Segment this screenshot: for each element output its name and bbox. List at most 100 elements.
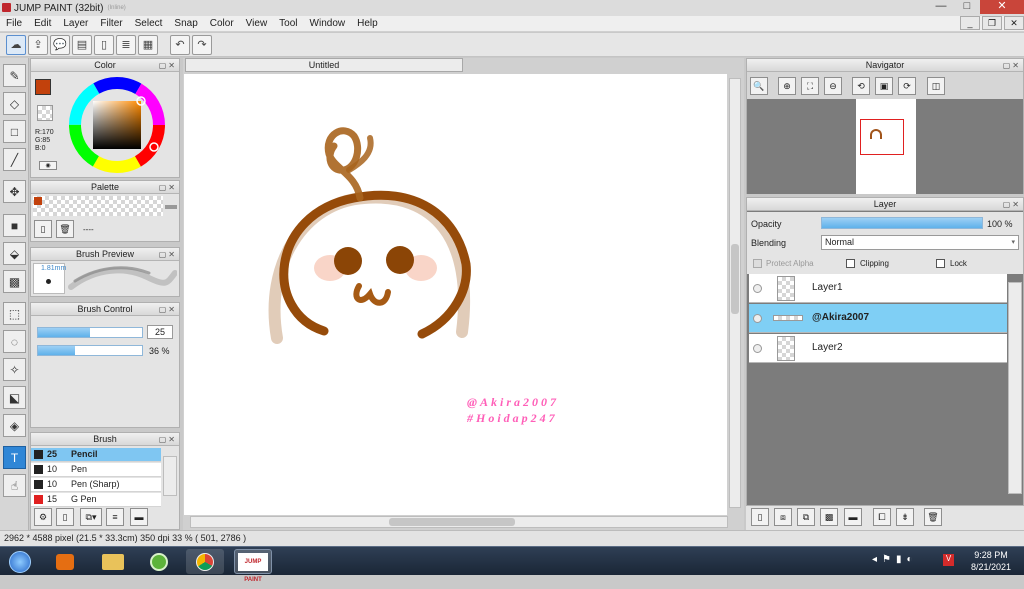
protect-alpha-checkbox[interactable] xyxy=(753,259,762,268)
new-layer-icon[interactable]: ▯ xyxy=(751,508,769,526)
chat-icon[interactable]: 💬 xyxy=(50,34,70,55)
visibility-icon[interactable] xyxy=(753,314,762,323)
comment-icon[interactable]: ▤ xyxy=(72,34,92,55)
navigator-thumbnail[interactable] xyxy=(856,99,916,194)
new-brush-icon[interactable]: ▯ xyxy=(56,508,74,526)
delete-layer-icon[interactable]: 🗑 xyxy=(924,508,942,526)
panel-controls-icon[interactable]: ▢✕ xyxy=(159,182,177,194)
export-icon[interactable]: ⇪ xyxy=(28,34,48,55)
menu-color[interactable]: Color xyxy=(204,18,240,29)
reset-rotation-icon[interactable]: ▣ xyxy=(875,77,893,95)
clock-time[interactable]: 9:28 PM xyxy=(966,549,1016,561)
panel-controls-icon[interactable]: ▢✕ xyxy=(159,434,177,446)
zoom-icon[interactable]: 🔍 xyxy=(750,77,768,95)
flip-icon[interactable]: ◫ xyxy=(927,77,945,95)
document-icon[interactable]: ≣ xyxy=(116,34,136,55)
antivirus-icon[interactable]: V xyxy=(943,554,954,566)
rotate-right-icon[interactable]: ⟳ xyxy=(898,77,916,95)
lock-checkbox[interactable] xyxy=(936,259,945,268)
minimize-button[interactable]: — xyxy=(928,0,954,14)
canvas-vertical-scrollbar[interactable] xyxy=(729,78,741,508)
media-player-icon[interactable] xyxy=(46,549,84,574)
duplicate-layer-icon[interactable]: ⧠ xyxy=(873,508,891,526)
doc-restore-button[interactable]: ❐ xyxy=(982,16,1002,30)
line-tool-icon[interactable]: ╱ xyxy=(3,148,26,171)
undo-icon[interactable]: ↶ xyxy=(170,34,190,55)
close-button[interactable]: ✕ xyxy=(980,0,1024,14)
zoom-in-icon[interactable]: ⊕ xyxy=(778,77,796,95)
brush-opacity-slider[interactable] xyxy=(37,345,143,356)
brush-copy-dropdown-icon[interactable]: ⧉▾ xyxy=(80,508,102,526)
panel-controls-icon[interactable]: ▢✕ xyxy=(1003,199,1021,211)
rotate-left-icon[interactable]: ⟲ xyxy=(852,77,870,95)
layer-list-scrollbar[interactable] xyxy=(1008,282,1022,494)
layer-row-layer2[interactable]: Layer2 xyxy=(749,334,1007,363)
delete-color-icon[interactable]: 🗑 xyxy=(56,220,74,238)
menu-edit[interactable]: Edit xyxy=(28,18,57,29)
new-layer-1bit-icon[interactable]: ⧉ xyxy=(797,508,815,526)
halftone-layer-icon[interactable]: ▩ xyxy=(820,508,838,526)
menu-tool[interactable]: Tool xyxy=(273,18,303,29)
color-wheel[interactable] xyxy=(67,75,167,175)
menu-view[interactable]: View xyxy=(240,18,274,29)
brush-tool-icon[interactable]: ✎ xyxy=(3,64,26,87)
doc-close-button[interactable]: ✕ xyxy=(1004,16,1024,30)
clipping-checkbox[interactable] xyxy=(846,259,855,268)
new-layer-8bit-icon[interactable]: ⧈ xyxy=(774,508,792,526)
brush-list-scrollbar[interactable] xyxy=(163,456,177,496)
palette-scroll-handle[interactable] xyxy=(165,205,177,209)
canvas-horizontal-scrollbar[interactable] xyxy=(190,516,728,528)
panel-controls-icon[interactable]: ▢✕ xyxy=(159,304,177,316)
brush-item-pen-sharp[interactable]: 10 Pen (Sharp) xyxy=(31,478,161,492)
menu-layer[interactable]: Layer xyxy=(57,18,94,29)
layer-row-layer1[interactable]: Layer1 xyxy=(749,274,1007,303)
browser-icon[interactable] xyxy=(140,549,178,574)
brush-item-g-pen[interactable]: 15 G Pen xyxy=(31,493,161,507)
system-tray-icons[interactable]: ◂⚑▮◐ xyxy=(872,554,918,565)
panel-controls-icon[interactable]: ▢✕ xyxy=(159,249,177,261)
start-button[interactable] xyxy=(2,549,38,574)
bucket-tool-icon[interactable]: ⬙ xyxy=(3,242,26,265)
doc-minimize-button[interactable]: _ xyxy=(960,16,980,30)
menu-help[interactable]: Help xyxy=(351,18,384,29)
maximize-button[interactable]: □ xyxy=(954,0,980,14)
redo-icon[interactable]: ↷ xyxy=(192,34,212,55)
gradient-tool-icon[interactable]: ▩ xyxy=(3,270,26,293)
page-icon[interactable]: ▯ xyxy=(94,34,114,55)
lasso-tool-icon[interactable]: ◌ xyxy=(3,330,26,353)
chrome-icon[interactable] xyxy=(186,549,224,574)
blending-select[interactable]: Normal ▾ xyxy=(821,235,1019,250)
panel-controls-icon[interactable]: ▢✕ xyxy=(1003,60,1021,72)
brush-item-pencil[interactable]: 25 Pencil xyxy=(31,448,161,462)
fill-shape-tool-icon[interactable]: ■ xyxy=(3,214,26,237)
menu-filter[interactable]: Filter xyxy=(94,18,128,29)
visibility-icon[interactable] xyxy=(753,284,762,293)
vertical-scroll-thumb[interactable] xyxy=(731,244,739,314)
select-rect-tool-icon[interactable]: ⬚ xyxy=(3,302,26,325)
menu-select[interactable]: Select xyxy=(129,18,169,29)
menu-file[interactable]: File xyxy=(0,18,28,29)
brush-folder-icon[interactable]: ▬ xyxy=(130,508,148,526)
clock-date[interactable]: 8/21/2021 xyxy=(966,561,1016,573)
merge-layer-icon[interactable]: ⇟ xyxy=(896,508,914,526)
add-color-icon[interactable]: ▯ xyxy=(34,220,52,238)
grid-icon[interactable]: ▦ xyxy=(138,34,158,55)
panel-controls-icon[interactable]: ▢✕ xyxy=(159,60,177,72)
file-explorer-icon[interactable] xyxy=(94,549,132,574)
visibility-icon[interactable] xyxy=(753,344,762,353)
brush-size-slider[interactable] xyxy=(37,327,143,338)
move-tool-icon[interactable]: ✥ xyxy=(3,180,26,203)
text-tool-icon[interactable]: T xyxy=(3,446,26,469)
eraser-tool-icon[interactable]: ◇ xyxy=(3,92,26,115)
drawing-canvas[interactable]: @Akira2007 #Hoidap247 xyxy=(184,74,727,515)
navigator-view-rect[interactable] xyxy=(860,119,904,155)
brush-item-pen[interactable]: 10 Pen xyxy=(31,463,161,477)
cloud-icon[interactable]: ☁ xyxy=(6,34,26,55)
main-color-swatch[interactable] xyxy=(35,79,51,95)
brush-properties-icon[interactable]: ≡ xyxy=(106,508,124,526)
layer-opacity-slider[interactable] xyxy=(821,217,983,229)
eyedropper-icon[interactable]: ◉ xyxy=(39,161,57,170)
brush-settings-icon[interactable]: ⚙ xyxy=(34,508,52,526)
palette-swatch[interactable] xyxy=(34,197,42,205)
document-tab[interactable]: Untitled xyxy=(185,58,463,72)
